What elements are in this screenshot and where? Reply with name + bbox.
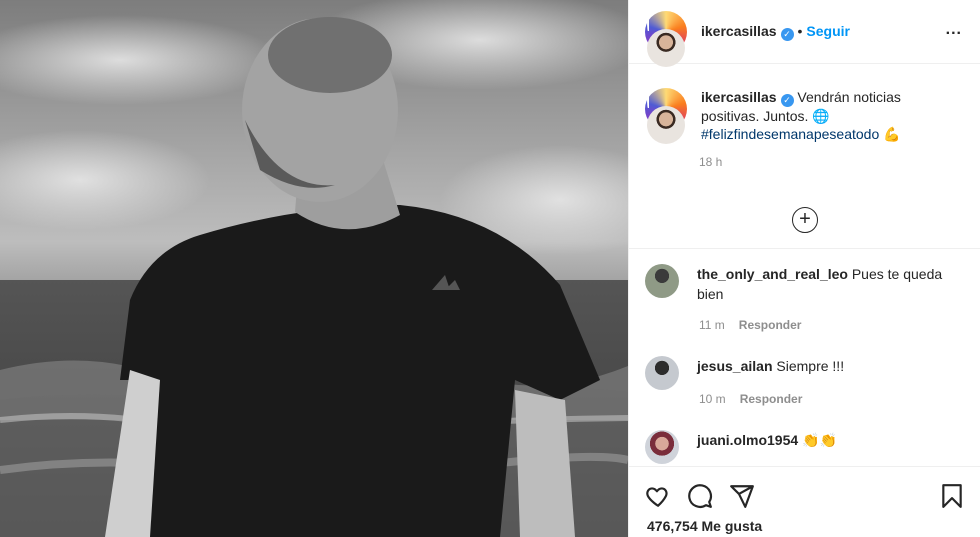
- comment-text-block: jesus_ailan Siempre !!!: [697, 356, 947, 390]
- comment-item: the_only_and_real_leo Pues te queda bien: [645, 264, 964, 304]
- caption-text-block: ikercasillas ✓ Vendrán noticias positivas…: [701, 88, 951, 143]
- header-username[interactable]: ikercasillas: [701, 23, 777, 39]
- comment-text: 👏👏: [802, 432, 837, 448]
- post-header: ikercasillas ✓ • Seguir ...: [629, 0, 980, 85]
- likes-count[interactable]: 476,754 Me gusta: [647, 518, 762, 534]
- add-circle-icon[interactable]: +: [792, 207, 818, 233]
- more-icon[interactable]: ...: [946, 22, 962, 38]
- comment-time: 11 m: [699, 318, 725, 332]
- share-icon[interactable]: [729, 483, 755, 509]
- comment-avatar[interactable]: [645, 430, 679, 464]
- caption: ikercasillas ✓ Vendrán noticias positivas…: [629, 64, 980, 162]
- comment-meta: 11 m Responder: [699, 318, 801, 332]
- comment-meta: 10 m Responder: [699, 392, 802, 406]
- comment-avatar[interactable]: [645, 264, 679, 298]
- avatar[interactable]: [645, 10, 687, 85]
- reply-button[interactable]: Responder: [739, 318, 802, 332]
- caption-time: 18 h: [699, 155, 723, 169]
- comment-username[interactable]: the_only_and_real_leo: [697, 266, 848, 282]
- divider: [629, 248, 980, 249]
- instagram-post: ikercasillas ✓ • Seguir ... ikercasillas ✓ V…: [0, 0, 980, 537]
- comment-avatar[interactable]: [645, 356, 679, 390]
- comment-icon[interactable]: [687, 483, 713, 509]
- post-photo[interactable]: [0, 0, 628, 537]
- comment-username[interactable]: juani.olmo1954: [697, 432, 798, 448]
- comment-text-block: juani.olmo1954 👏👏: [697, 430, 947, 464]
- comment-text-block: the_only_and_real_leo Pues te queda bien: [697, 264, 947, 304]
- caption-avatar[interactable]: [645, 88, 687, 162]
- comment-item: juani.olmo1954 👏👏: [645, 430, 964, 464]
- comment-username[interactable]: jesus_ailan: [697, 358, 773, 374]
- caption-username[interactable]: ikercasillas: [701, 89, 777, 105]
- follow-button[interactable]: Seguir: [806, 23, 850, 39]
- comment-item: jesus_ailan Siempre !!!: [645, 356, 964, 390]
- caption-hashtag[interactable]: #felizfindesemanapeseatodo 💪: [701, 126, 901, 142]
- bookmark-icon[interactable]: [939, 483, 965, 509]
- verified-icon: ✓: [780, 94, 794, 107]
- heart-icon[interactable]: [645, 483, 671, 509]
- actions-bar: 476,754 Me gusta: [629, 466, 980, 537]
- reply-button[interactable]: Responder: [740, 392, 803, 406]
- comment-text: Siempre !!!: [776, 358, 845, 374]
- header-separator: •: [797, 22, 803, 39]
- comment-time: 10 m: [699, 392, 726, 406]
- verified-icon: ✓: [780, 27, 794, 41]
- header-user: ikercasillas ✓ • Seguir: [701, 23, 850, 41]
- post-photo-image: [0, 0, 628, 537]
- post-sidebar: ikercasillas ✓ • Seguir ... ikercasillas ✓ V…: [628, 0, 980, 537]
